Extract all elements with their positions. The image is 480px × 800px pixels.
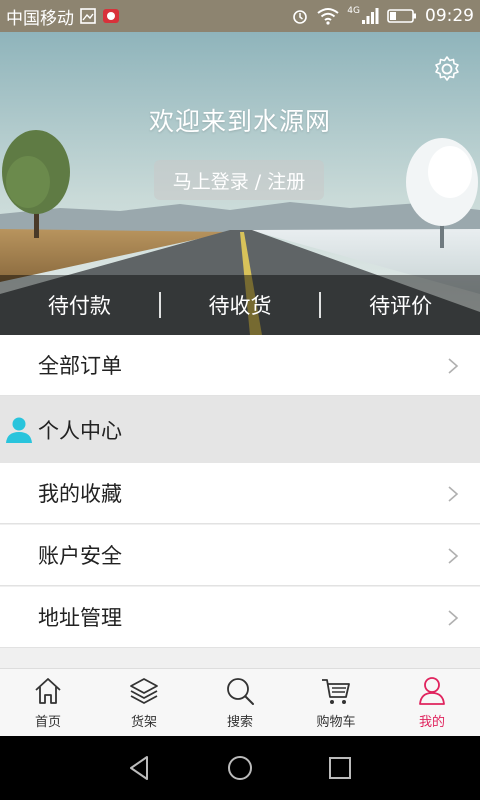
nav-label: 购物车 (316, 715, 356, 730)
user-icon (419, 677, 445, 705)
recents-icon[interactable] (325, 753, 355, 783)
menu-item-label: 我的收藏 (38, 482, 122, 506)
chevron-right-icon (448, 486, 459, 502)
home-circle-icon[interactable] (225, 753, 255, 783)
status-right: 4G 09:29 (291, 6, 474, 26)
tab-pending-receipt[interactable]: 待收货 (161, 290, 320, 320)
chevron-right-icon (448, 358, 459, 374)
nav-home[interactable]: 首页 (0, 669, 96, 736)
tab-pending-payment[interactable]: 待付款 (0, 290, 159, 320)
image-notification-icon (80, 8, 96, 24)
nav-label: 货架 (130, 715, 157, 730)
menu-item-label: 地址管理 (38, 606, 122, 630)
menu-item-account-security[interactable]: 账户安全 (0, 525, 480, 586)
alarm-icon (293, 10, 308, 24)
system-navigation-bar (0, 736, 480, 800)
menu-item-favorites[interactable]: 我的收藏 (0, 463, 480, 524)
battery-icon (387, 9, 416, 23)
login-register-button[interactable]: 马上登录 / 注册 (154, 160, 324, 200)
search-icon (227, 678, 254, 705)
app-screen: 中国移动 4G 09:29 欢迎来到水源网 马上登录 / 注册 待付款 待收货 … (0, 0, 480, 800)
back-icon[interactable] (125, 753, 155, 783)
personal-center-header: 个人中心 (0, 396, 480, 463)
tab-pending-review[interactable]: 待评价 (321, 290, 480, 320)
signal-icon (362, 8, 379, 24)
nav-label: 我的 (418, 715, 445, 730)
home-icon (35, 678, 61, 704)
wifi-icon (317, 8, 339, 25)
cart-icon (322, 679, 350, 704)
chevron-right-icon (448, 610, 459, 626)
layers-icon (130, 678, 158, 704)
all-orders-row[interactable]: 全部订单 (0, 335, 480, 396)
person-icon (6, 417, 32, 443)
nav-mine[interactable]: 我的 (384, 669, 480, 736)
menu-item-label: 账户安全 (38, 544, 122, 568)
nav-label: 搜索 (226, 715, 253, 730)
section-title: 个人中心 (38, 418, 122, 443)
menu-item-address-management[interactable]: 地址管理 (0, 587, 480, 648)
nav-shelf[interactable]: 货架 (96, 669, 192, 736)
bottom-navigation: 首页 货架 搜索 购物车 我的 (0, 668, 480, 736)
order-status-tabs: 待付款 待收货 待评价 (0, 275, 480, 335)
clock-label: 09:29 (425, 6, 474, 26)
network-type-label: 4G (347, 6, 360, 16)
nav-label: 首页 (34, 715, 61, 730)
app-notification-icon (103, 9, 119, 23)
status-left: 中国移动 (6, 4, 120, 29)
profile-header: 欢迎来到水源网 马上登录 / 注册 待付款 待收货 待评价 (0, 32, 480, 335)
nav-search[interactable]: 搜索 (192, 669, 288, 736)
status-bar: 中国移动 4G 09:29 (0, 0, 480, 32)
nav-cart[interactable]: 购物车 (288, 669, 384, 736)
all-orders-label: 全部订单 (38, 354, 122, 378)
gear-icon[interactable] (432, 54, 462, 84)
signal-indicator: 4G (347, 7, 379, 25)
chevron-right-icon (448, 548, 459, 564)
carrier-label: 中国移动 (6, 8, 74, 29)
welcome-title: 欢迎来到水源网 (148, 107, 331, 136)
